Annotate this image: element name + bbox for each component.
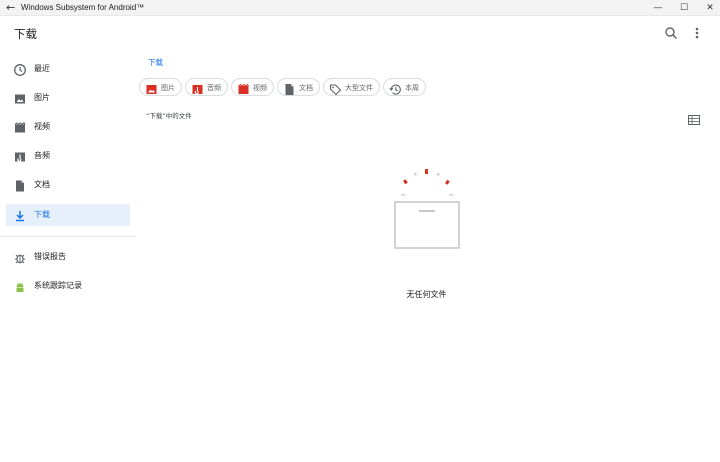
bug-icon [13, 250, 27, 264]
sidebar-item-videos[interactable]: 视频 [6, 116, 130, 138]
download-icon [13, 208, 27, 222]
document-icon [13, 178, 27, 192]
chip-label: 视频 [253, 84, 267, 92]
image-icon [13, 91, 27, 105]
sidebar-item-images[interactable]: 图片 [6, 87, 130, 109]
document-icon [283, 81, 296, 95]
history-icon [389, 81, 402, 95]
sidebar-item-label: 图片 [34, 93, 50, 102]
chip-label: 文档 [299, 84, 313, 92]
video-icon [13, 120, 27, 134]
chip-audio[interactable]: 音频 [185, 78, 228, 96]
audio-icon [13, 149, 27, 163]
image-icon [145, 81, 158, 94]
sidebar-item-label: 音频 [34, 151, 50, 160]
audio-icon [191, 81, 204, 95]
chip-videos[interactable]: 视频 [231, 78, 274, 96]
minimize-button[interactable]: — [645, 0, 671, 16]
sidebar-item-audio[interactable]: 音频 [6, 145, 130, 167]
maximize-button[interactable]: ☐ [671, 0, 697, 16]
close-button[interactable]: ✕ [697, 0, 720, 16]
chip-label: 音频 [207, 84, 221, 92]
sidebar-item-bug-report[interactable]: 错误报告 [6, 246, 130, 268]
section-label: “下载”中的文件 [146, 112, 192, 120]
video-icon [237, 81, 250, 94]
window-title: Windows Subsystem for Android™ [21, 3, 145, 12]
sidebar-divider [0, 236, 136, 237]
sidebar-item-label: 错误报告 [34, 252, 66, 261]
sidebar-item-recent[interactable]: 最近 [6, 58, 130, 80]
chip-this-week[interactable]: 本周 [383, 78, 426, 96]
search-icon[interactable] [663, 25, 679, 41]
sidebar-item-label: 下载 [34, 210, 50, 219]
clock-icon [13, 62, 27, 76]
chip-large-files[interactable]: 大型文件 [323, 78, 380, 96]
back-arrow-icon[interactable]: ← [6, 1, 15, 14]
chip-label: 大型文件 [345, 84, 373, 92]
more-vertical-icon[interactable] [690, 25, 704, 41]
chip-images[interactable]: 图片 [139, 78, 182, 96]
empty-folder-illustration [392, 166, 462, 252]
page-title: 下载 [14, 27, 37, 41]
title-bar: ← Windows Subsystem for Android™ — ☐ ✕ [0, 0, 720, 16]
sidebar-item-documents[interactable]: 文档 [6, 174, 130, 196]
sidebar-item-downloads[interactable]: 下载 [6, 204, 130, 226]
tag-icon [329, 81, 342, 96]
chip-label: 图片 [161, 84, 175, 92]
list-view-icon[interactable] [688, 110, 700, 125]
empty-state-message: 无任何文件 [406, 290, 447, 299]
sidebar-item-label: 文档 [34, 180, 50, 189]
breadcrumb[interactable]: 下载 [148, 57, 163, 68]
sidebar-item-label: 最近 [34, 64, 50, 73]
chip-documents[interactable]: 文档 [277, 78, 320, 96]
chip-label: 本周 [405, 84, 419, 92]
sidebar-item-label: 视频 [34, 122, 50, 131]
